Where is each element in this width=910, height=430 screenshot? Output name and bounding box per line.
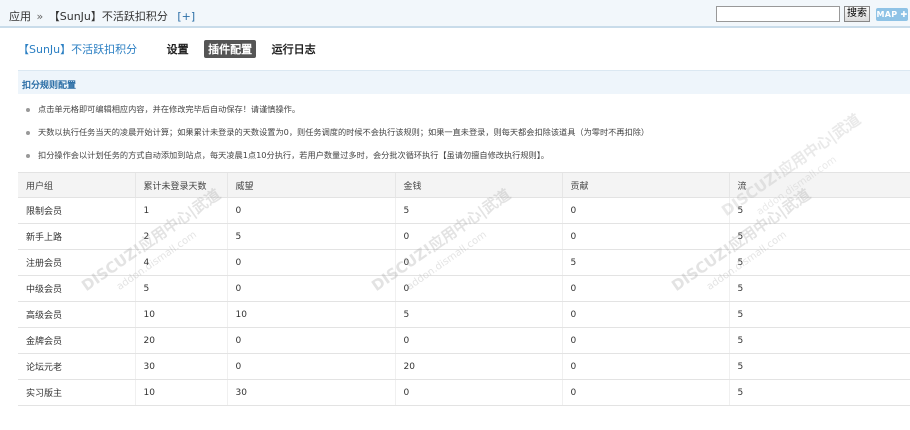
cell-contribution[interactable]: 0 bbox=[561, 353, 729, 380]
cell-flow[interactable]: 5 bbox=[728, 379, 910, 406]
cell-money[interactable]: 0 bbox=[394, 327, 562, 354]
cell-inactive-days[interactable]: 10 bbox=[134, 379, 227, 406]
bullet-icon bbox=[26, 154, 30, 158]
cell-contribution[interactable]: 0 bbox=[561, 223, 729, 250]
cell-contribution[interactable]: 0 bbox=[561, 197, 729, 224]
search-button[interactable]: 搜索 bbox=[844, 6, 870, 22]
cell-prestige[interactable]: 5 bbox=[226, 223, 395, 250]
note-text: 天数以执行任务当天的凌晨开始计算；如果累计未登录的天数设置为0，则任务调度的时候… bbox=[38, 127, 650, 137]
cell-inactive-days[interactable]: 2 bbox=[134, 223, 227, 250]
cell-contribution[interactable]: 0 bbox=[561, 379, 729, 406]
cell-user-group: 金牌会员 bbox=[18, 327, 135, 354]
table-row: 金牌会员 20 0 0 0 5 bbox=[18, 327, 910, 354]
cell-money[interactable]: 0 bbox=[394, 275, 562, 302]
bullet-icon bbox=[26, 108, 30, 112]
table-row: 限制会员 1 0 5 0 5 bbox=[18, 197, 910, 224]
cell-user-group: 论坛元老 bbox=[18, 353, 135, 380]
table-row: 新手上路 2 5 0 0 5 bbox=[18, 223, 910, 250]
note-item: 扣分操作会以计划任务的方式自动添加到站点，每天凌晨1点10分执行，若用户数量过多… bbox=[24, 150, 910, 173]
section-title: 扣分规则配置 bbox=[22, 81, 77, 91]
cell-contribution[interactable]: 5 bbox=[561, 249, 729, 276]
cell-user-group: 高级会员 bbox=[18, 301, 135, 328]
top-bar: 应用 » 【SunJu】不活跃扣积分 [+] 搜索 MAP ✚ bbox=[0, 0, 910, 28]
table-header-row: 用户组 累计未登录天数 威望 金钱 贡献 流 bbox=[18, 172, 910, 198]
breadcrumb-current: 【SunJu】不活跃扣积分 bbox=[48, 10, 168, 23]
cell-prestige[interactable]: 10 bbox=[226, 301, 395, 328]
note-item: 点击单元格即可编辑相应内容，并在修改完毕后自动保存！请谨慎操作。 bbox=[24, 104, 910, 127]
cell-flow[interactable]: 5 bbox=[728, 223, 910, 250]
plugin-title: 【SunJu】不活跃扣积分 bbox=[18, 43, 138, 56]
cell-inactive-days[interactable]: 30 bbox=[134, 353, 227, 380]
header-flow: 流 bbox=[728, 172, 910, 198]
cell-prestige[interactable]: 0 bbox=[226, 353, 395, 380]
cell-inactive-days[interactable]: 5 bbox=[134, 275, 227, 302]
cell-user-group: 新手上路 bbox=[18, 223, 135, 250]
tab-run-log[interactable]: 运行日志 bbox=[268, 40, 320, 58]
plugin-nav: 【SunJu】不活跃扣积分 设置 插件配置 运行日志 bbox=[18, 40, 328, 58]
note-text: 点击单元格即可编辑相应内容，并在修改完毕后自动保存！请谨慎操作。 bbox=[38, 104, 301, 114]
cell-inactive-days[interactable]: 10 bbox=[134, 301, 227, 328]
cell-inactive-days[interactable]: 20 bbox=[134, 327, 227, 354]
map-button[interactable]: MAP ✚ bbox=[876, 8, 908, 21]
breadcrumb: 应用 » 【SunJu】不活跃扣积分 [+] bbox=[9, 8, 195, 24]
cell-money[interactable]: 5 bbox=[394, 301, 562, 328]
table-row: 注册会员 4 0 0 5 5 bbox=[18, 249, 910, 276]
breadcrumb-separator: » bbox=[36, 10, 44, 23]
cell-money[interactable]: 0 bbox=[394, 223, 562, 250]
cell-flow[interactable]: 5 bbox=[728, 197, 910, 224]
rules-table: 用户组 累计未登录天数 威望 金钱 贡献 流 限制会员 1 0 5 0 5 新手… bbox=[18, 172, 910, 406]
table-row: 高级会员 10 10 5 0 5 bbox=[18, 301, 910, 328]
cell-inactive-days[interactable]: 1 bbox=[134, 197, 227, 224]
cell-user-group: 中级会员 bbox=[18, 275, 135, 302]
table-row: 中级会员 5 0 0 0 5 bbox=[18, 275, 910, 302]
cell-user-group: 注册会员 bbox=[18, 249, 135, 276]
cell-money[interactable]: 20 bbox=[394, 353, 562, 380]
header-user-group: 用户组 bbox=[18, 172, 135, 198]
section-header: 扣分规则配置 bbox=[18, 70, 910, 94]
cell-flow[interactable]: 5 bbox=[728, 353, 910, 380]
cell-money[interactable]: 5 bbox=[394, 197, 562, 224]
cell-flow[interactable]: 5 bbox=[728, 275, 910, 302]
note-item: 天数以执行任务当天的凌晨开始计算；如果累计未登录的天数设置为0，则任务调度的时候… bbox=[24, 127, 910, 150]
cell-prestige[interactable]: 0 bbox=[226, 249, 395, 276]
add-shortcut-link[interactable]: [+] bbox=[177, 10, 195, 23]
bullet-icon bbox=[26, 131, 30, 135]
cell-user-group: 限制会员 bbox=[18, 197, 135, 224]
cell-flow[interactable]: 5 bbox=[728, 327, 910, 354]
tab-plugin-config[interactable]: 插件配置 bbox=[204, 40, 257, 58]
header-inactive-days: 累计未登录天数 bbox=[134, 172, 227, 198]
cell-prestige[interactable]: 0 bbox=[226, 197, 395, 224]
cell-flow[interactable]: 5 bbox=[728, 301, 910, 328]
cell-money[interactable]: 0 bbox=[394, 379, 562, 406]
breadcrumb-root-link[interactable]: 应用 bbox=[9, 10, 31, 23]
header-money: 金钱 bbox=[394, 172, 562, 198]
cell-contribution[interactable]: 0 bbox=[561, 327, 729, 354]
search-input[interactable] bbox=[716, 6, 840, 22]
cell-money[interactable]: 0 bbox=[394, 249, 562, 276]
cell-prestige[interactable]: 0 bbox=[226, 327, 395, 354]
cell-contribution[interactable]: 0 bbox=[561, 275, 729, 302]
tab-settings[interactable]: 设置 bbox=[163, 40, 193, 58]
table-row: 论坛元老 30 0 20 0 5 bbox=[18, 353, 910, 380]
header-contribution: 贡献 bbox=[561, 172, 729, 198]
table-row: 实习版主 10 30 0 0 5 bbox=[18, 379, 910, 406]
header-prestige: 威望 bbox=[226, 172, 395, 198]
cell-inactive-days[interactable]: 4 bbox=[134, 249, 227, 276]
notes-list: 点击单元格即可编辑相应内容，并在修改完毕后自动保存！请谨慎操作。 天数以执行任务… bbox=[24, 104, 910, 173]
cell-flow[interactable]: 5 bbox=[728, 249, 910, 276]
cell-contribution[interactable]: 0 bbox=[561, 301, 729, 328]
cell-user-group: 实习版主 bbox=[18, 379, 135, 406]
cell-prestige[interactable]: 0 bbox=[226, 275, 395, 302]
cell-prestige[interactable]: 30 bbox=[226, 379, 395, 406]
note-text: 扣分操作会以计划任务的方式自动添加到站点，每天凌晨1点10分执行，若用户数量过多… bbox=[38, 150, 549, 160]
